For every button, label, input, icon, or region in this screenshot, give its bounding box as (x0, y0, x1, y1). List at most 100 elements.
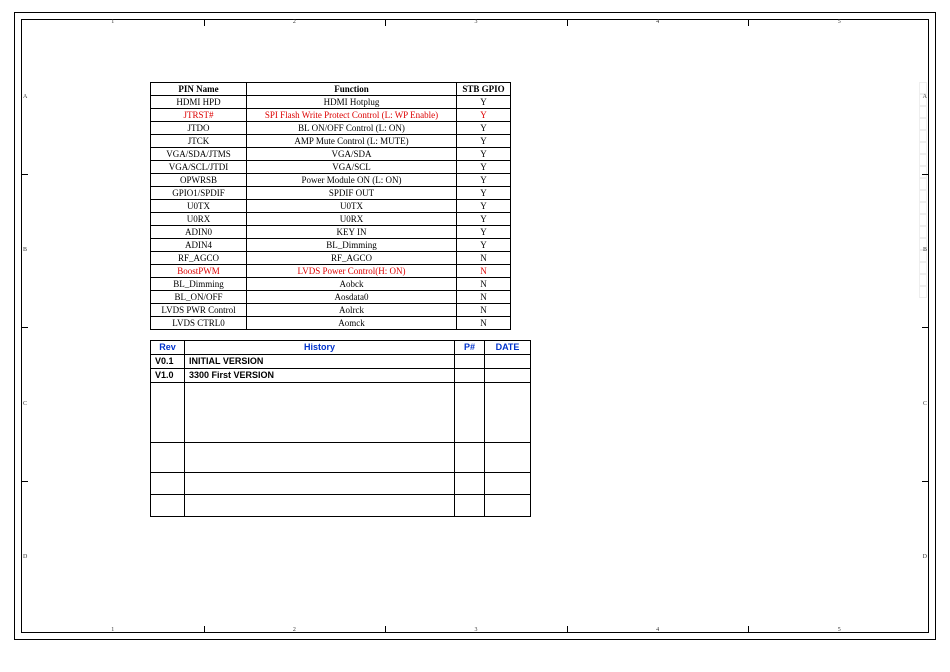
cell-date (485, 383, 531, 443)
cell-function: U0TX (247, 200, 457, 213)
cell-rev (151, 473, 185, 495)
table-row: VGA/SCL/JTDIVGA/SCLY (151, 161, 511, 174)
cell-pn (455, 443, 485, 473)
cell-function: BL_Dimming (247, 239, 457, 252)
cell-history: 3300 First VERSION (185, 369, 455, 383)
cell-pin: JTCK (151, 135, 247, 148)
cell-pn (455, 369, 485, 383)
cell-date (485, 473, 531, 495)
cell-history (185, 495, 455, 517)
cell-gpio: Y (457, 135, 511, 148)
col-header-date: DATE (485, 341, 531, 355)
table-row: GPIO1/SPDIFSPDIF OUTY (151, 187, 511, 200)
ruler-label: 2 (293, 627, 296, 633)
table-row: OPWRSBPower Module ON (L: ON)Y (151, 174, 511, 187)
cell-function: Aosdata0 (247, 291, 457, 304)
table-row: BL_ON/OFFAosdata0N (151, 291, 511, 304)
ruler-label: D (23, 554, 27, 560)
table-row: JTRST#SPI Flash Write Protect Control (L… (151, 109, 511, 122)
table-row: JTCKAMP Mute Control (L: MUTE)Y (151, 135, 511, 148)
cell-pin: ADIN4 (151, 239, 247, 252)
swatch (919, 202, 927, 214)
cell-function: VGA/SDA (247, 148, 457, 161)
cell-rev (151, 383, 185, 443)
cell-function: SPDIF OUT (247, 187, 457, 200)
cell-gpio: Y (457, 239, 511, 252)
swatch (919, 154, 927, 166)
cell-pn (455, 473, 485, 495)
col-header-history: History (185, 341, 455, 355)
ruler-label: B (923, 247, 927, 253)
cell-gpio: N (457, 265, 511, 278)
cell-gpio: N (457, 278, 511, 291)
table-row: HDMI HPDHDMI HotplugY (151, 96, 511, 109)
ruler-tick (567, 20, 568, 26)
ruler-label: 1 (111, 627, 114, 633)
cell-rev (151, 443, 185, 473)
cell-pin: ADIN0 (151, 226, 247, 239)
cell-history: INITIAL VERSION (185, 355, 455, 369)
swatch (919, 118, 927, 130)
col-header-rev: Rev (151, 341, 185, 355)
cell-rev: V1.0 (151, 369, 185, 383)
col-header-pin: PIN Name (151, 83, 247, 96)
cell-gpio: Y (457, 122, 511, 135)
ruler-label: 4 (656, 19, 659, 25)
ruler-label: 5 (838, 19, 841, 25)
table-header-row: Rev History P# DATE (151, 341, 531, 355)
ruler-tick (748, 20, 749, 26)
swatch (919, 166, 927, 178)
cell-function: U0RX (247, 213, 457, 226)
cell-gpio: Y (457, 200, 511, 213)
ruler-label: 2 (293, 19, 296, 25)
cell-pin: JTDO (151, 122, 247, 135)
cell-function: Aomck (247, 317, 457, 330)
ruler-tick (22, 327, 28, 328)
swatch (919, 226, 927, 238)
ruler-label: A (923, 94, 927, 100)
table-row: U0RXU0RXY (151, 213, 511, 226)
table-row: ADIN4BL_DimmingY (151, 239, 511, 252)
cell-date (485, 443, 531, 473)
cell-function: LVDS Power Control(H: ON) (247, 265, 457, 278)
cell-pn (455, 355, 485, 369)
cell-function: Power Module ON (L: ON) (247, 174, 457, 187)
cell-pin: GPIO1/SPDIF (151, 187, 247, 200)
table-row: V0.1INITIAL VERSION (151, 355, 531, 369)
ruler-label: D (923, 554, 927, 560)
color-palette (919, 82, 928, 298)
cell-date (485, 369, 531, 383)
cell-pin: RF_AGCO (151, 252, 247, 265)
cell-gpio: N (457, 317, 511, 330)
cell-pin: BoostPWM (151, 265, 247, 278)
cell-history (185, 443, 455, 473)
ruler-tick (922, 481, 928, 482)
cell-function: BL ON/OFF Control (L: ON) (247, 122, 457, 135)
cell-pin: HDMI HPD (151, 96, 247, 109)
cell-history (185, 473, 455, 495)
cell-history (185, 383, 455, 443)
table-row (151, 383, 531, 443)
swatch (919, 190, 927, 202)
swatch (919, 262, 927, 274)
cell-gpio: Y (457, 161, 511, 174)
table-row: ADIN0KEY INY (151, 226, 511, 239)
cell-pn (455, 383, 485, 443)
ruler-tick (922, 174, 928, 175)
cell-gpio: Y (457, 109, 511, 122)
cell-function: Aolrck (247, 304, 457, 317)
cell-function: SPI Flash Write Protect Control (L: WP E… (247, 109, 457, 122)
swatch (919, 214, 927, 226)
swatch (919, 82, 927, 94)
cell-pin: U0TX (151, 200, 247, 213)
table-row: V1.03300 First VERSION (151, 369, 531, 383)
cell-gpio: N (457, 252, 511, 265)
cell-function: HDMI Hotplug (247, 96, 457, 109)
drawing-inner-frame: PIN Name Function STB GPIO HDMI HPDHDMI … (21, 19, 929, 633)
table-row: BoostPWMLVDS Power Control(H: ON)N (151, 265, 511, 278)
drawing-outer-frame: PIN Name Function STB GPIO HDMI HPDHDMI … (14, 12, 936, 640)
table-row: LVDS PWR ControlAolrckN (151, 304, 511, 317)
ruler-tick (567, 626, 568, 632)
ruler-tick (748, 626, 749, 632)
ruler-label: A (23, 94, 27, 100)
